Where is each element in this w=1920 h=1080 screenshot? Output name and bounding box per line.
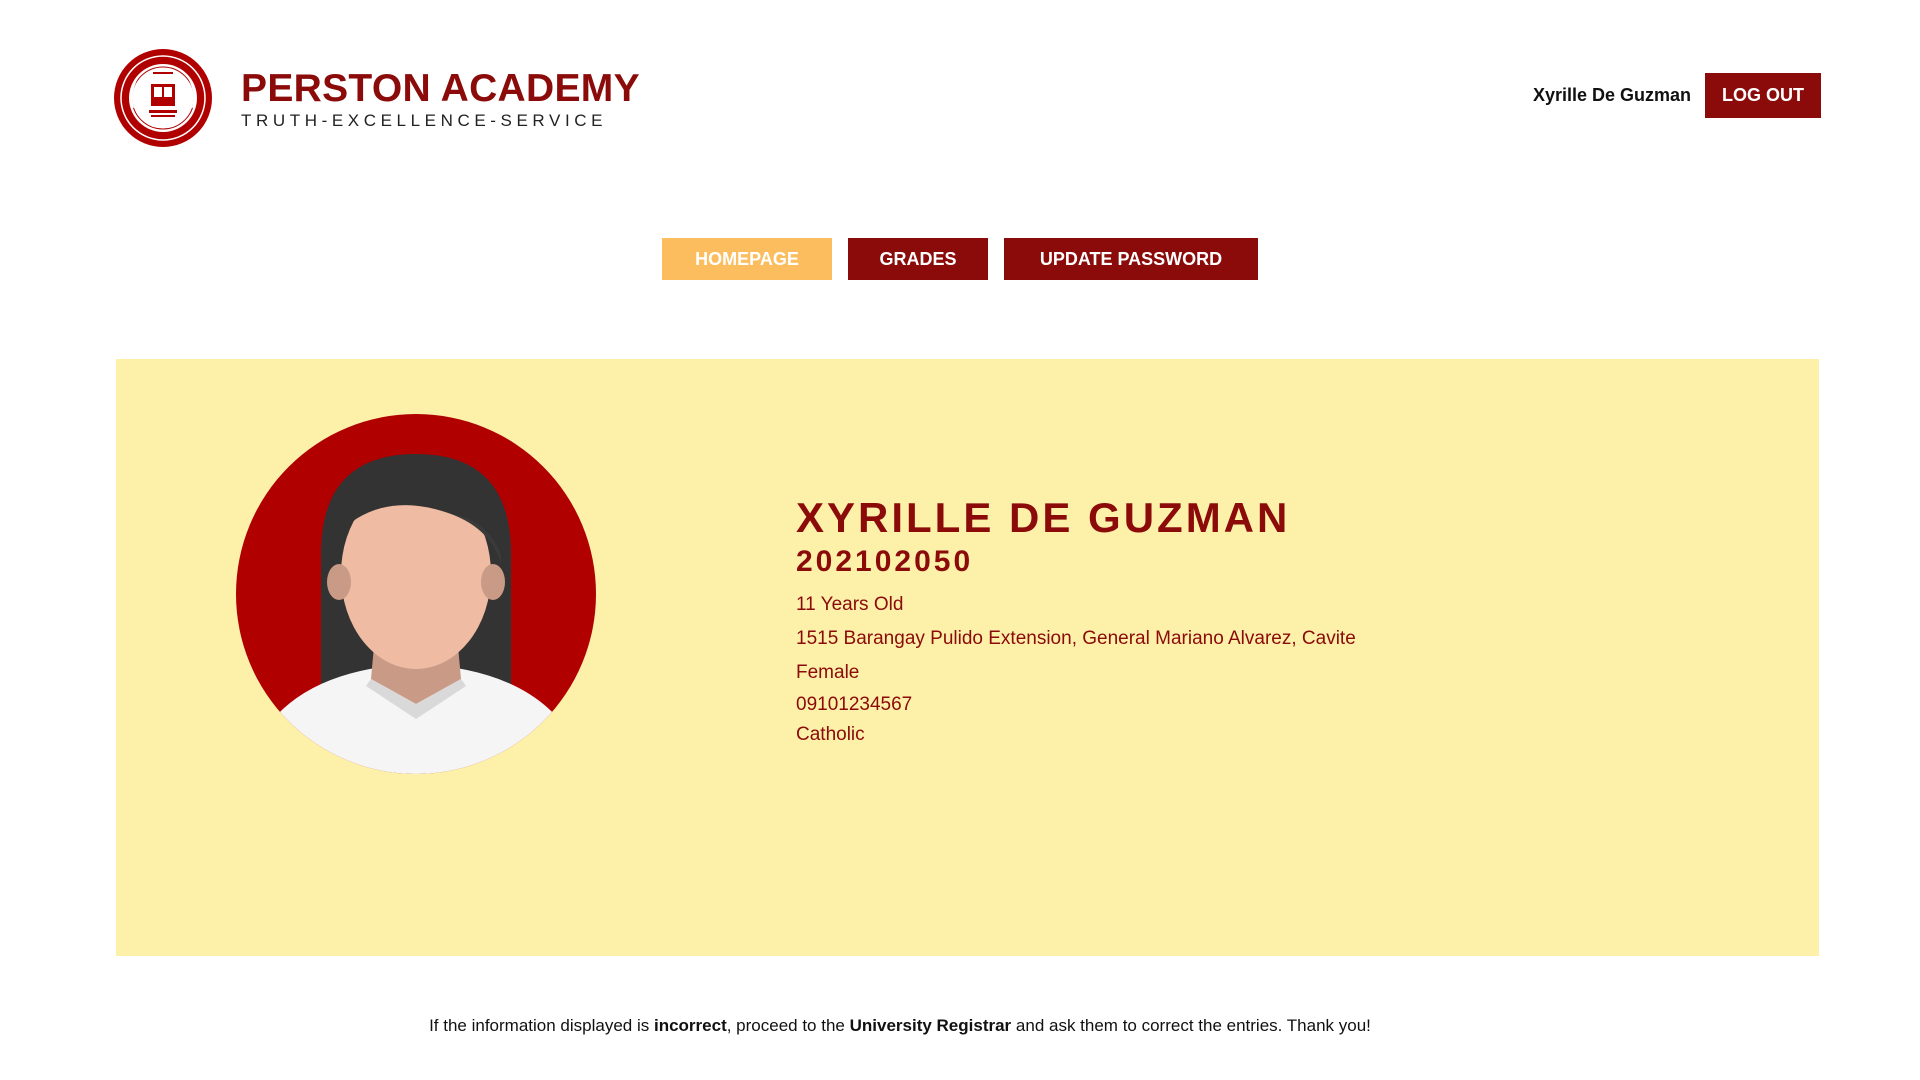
profile-card: XYRILLE DE GUZMAN 202102050 11 Years Old…: [116, 359, 1819, 956]
student-id: 202102050: [796, 545, 974, 578]
page: PERSTON ACADEMY TRUTH-EXCELLENCE-SERVICE…: [0, 0, 1920, 1080]
student-name: XYRILLE DE GUZMAN: [796, 494, 1291, 541]
user-name: Xyrille De Guzman: [1532, 85, 1691, 105]
brand-text: PERSTON ACADEMY TRUTH-EXCELLENCE-SERVICE: [241, 69, 640, 131]
main-nav: HOMEPAGE GRADES UPDATE PASSWORD: [0, 238, 1920, 280]
user-area: Xyrille De Guzman LOG OUT: [1533, 73, 1821, 118]
correction-note: If the information displayed is incorrec…: [0, 1016, 1800, 1036]
note-text-1: If the information displayed is: [429, 1016, 654, 1035]
note-bold-registrar: University Registrar: [849, 1016, 1012, 1035]
female-avatar-icon: [236, 414, 596, 774]
tab-homepage[interactable]: HOMEPAGE: [662, 238, 832, 280]
brand-header[interactable]: PERSTON ACADEMY TRUTH-EXCELLENCE-SERVICE: [113, 48, 640, 148]
tab-grades[interactable]: GRADES: [848, 238, 988, 280]
student-gender: Female: [796, 662, 860, 683]
student-religion: Catholic: [796, 724, 865, 745]
logout-button[interactable]: LOG OUT: [1705, 73, 1821, 118]
note-text-3: and ask them to correct the entries. Tha…: [1011, 1016, 1371, 1035]
note-bold-incorrect: incorrect: [653, 1016, 727, 1035]
student-age: 11 Years Old: [796, 594, 904, 615]
note-text-2: , proceed to the: [726, 1016, 850, 1035]
school-motto: TRUTH-EXCELLENCE-SERVICE: [241, 111, 608, 130]
student-phone: 09101234567: [796, 694, 913, 715]
student-info: XYRILLE DE GUZMAN 202102050 11 Years Old…: [796, 494, 1356, 750]
school-seal-icon: [114, 49, 212, 147]
student-address: 1515 Barangay Pulido Extension, General …: [796, 628, 1356, 649]
tab-update-password[interactable]: UPDATE PASSWORD: [1004, 238, 1258, 280]
school-name: PERSTON ACADEMY: [241, 67, 640, 110]
